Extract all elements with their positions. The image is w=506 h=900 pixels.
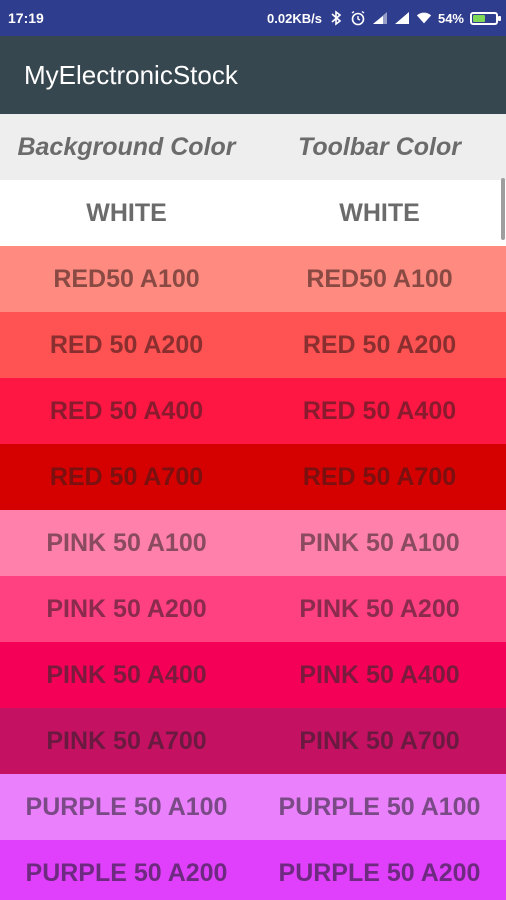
- header-background-color: Background Color: [17, 132, 236, 161]
- signal-icon: [394, 10, 410, 26]
- toolbar-color-option[interactable]: RED 50 A200: [253, 331, 506, 360]
- background-color-option[interactable]: RED 50 A700: [0, 463, 253, 492]
- background-color-option[interactable]: RED 50 A400: [0, 397, 253, 426]
- color-row[interactable]: RED50 A100 RED50 A100: [0, 246, 506, 312]
- toolbar-color-option[interactable]: RED50 A100: [253, 265, 506, 294]
- alarm-icon: [350, 10, 366, 26]
- bluetooth-icon: [328, 10, 344, 26]
- battery-percent: 54%: [437, 10, 464, 26]
- toolbar-color-option[interactable]: PINK 50 A100: [253, 529, 506, 558]
- color-row[interactable]: PINK 50 A100 PINK 50 A100: [0, 510, 506, 576]
- wifi-icon: [416, 10, 432, 26]
- background-color-option[interactable]: RED50 A100: [0, 265, 253, 294]
- background-color-option[interactable]: WHITE: [0, 199, 253, 228]
- header-toolbar-color: Toolbar Color: [298, 132, 461, 161]
- signal-icon: [372, 10, 388, 26]
- toolbar-color-option[interactable]: PURPLE 50 A100: [253, 793, 506, 822]
- scrollbar[interactable]: [501, 178, 505, 240]
- app-title: MyElectronicStock: [24, 59, 238, 90]
- background-color-option[interactable]: PINK 50 A200: [0, 595, 253, 624]
- toolbar-color-option[interactable]: PURPLE 50 A200: [253, 859, 506, 888]
- toolbar-color-option[interactable]: WHITE: [253, 199, 506, 228]
- color-row[interactable]: RED 50 A400 RED 50 A400: [0, 378, 506, 444]
- toolbar-color-option[interactable]: RED 50 A400: [253, 397, 506, 426]
- background-color-option[interactable]: PURPLE 50 A200: [0, 859, 253, 888]
- toolbar-color-option[interactable]: RED 50 A700: [253, 463, 506, 492]
- color-row[interactable]: RED 50 A200 RED 50 A200: [0, 312, 506, 378]
- app-toolbar: MyElectronicStock: [0, 36, 506, 114]
- network-speed: 0.02KB/s: [267, 10, 322, 26]
- color-row[interactable]: PURPLE 50 A100 PURPLE 50 A100: [0, 774, 506, 840]
- color-row[interactable]: WHITE WHITE: [0, 180, 506, 246]
- toolbar-color-option[interactable]: PINK 50 A700: [253, 727, 506, 756]
- color-row[interactable]: RED 50 A700 RED 50 A700: [0, 444, 506, 510]
- status-time: 17:19: [8, 10, 44, 26]
- battery-level: [473, 14, 485, 22]
- background-color-option[interactable]: PINK 50 A100: [0, 529, 253, 558]
- toolbar-color-option[interactable]: PINK 50 A400: [253, 661, 506, 690]
- background-color-option[interactable]: PURPLE 50 A100: [0, 793, 253, 822]
- color-list[interactable]: Background Color Toolbar Color WHITE WHIT…: [0, 114, 506, 900]
- color-row[interactable]: PINK 50 A700 PINK 50 A700: [0, 708, 506, 774]
- status-indicators: 0.02KB/s 54%: [267, 10, 501, 26]
- background-color-option[interactable]: RED 50 A200: [0, 331, 253, 360]
- color-row[interactable]: PURPLE 50 A200 PURPLE 50 A200: [0, 840, 506, 900]
- battery-icon: [470, 11, 501, 25]
- background-color-option[interactable]: PINK 50 A400: [0, 661, 253, 690]
- toolbar-color-option[interactable]: PINK 50 A200: [253, 595, 506, 624]
- status-bar: 17:19 0.02KB/s 54%: [0, 0, 506, 36]
- color-row[interactable]: PINK 50 A200 PINK 50 A200: [0, 576, 506, 642]
- color-row[interactable]: PINK 50 A400 PINK 50 A400: [0, 642, 506, 708]
- table-header: Background Color Toolbar Color: [0, 114, 506, 180]
- background-color-option[interactable]: PINK 50 A700: [0, 727, 253, 756]
